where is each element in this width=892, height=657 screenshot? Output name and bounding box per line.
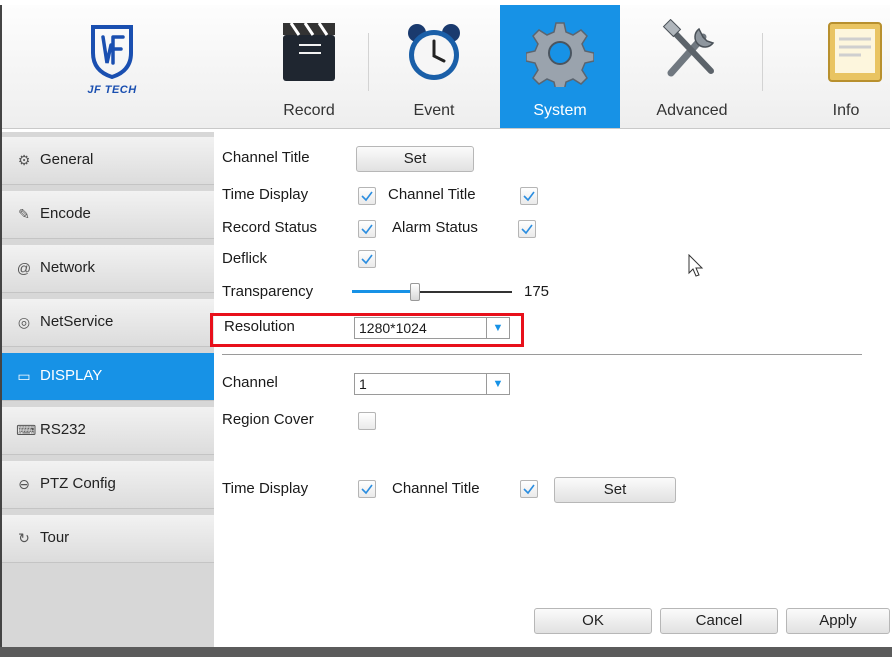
- sidebar: ⚙ General ✎ Encode @ Network ◎ NetServic…: [2, 132, 214, 652]
- sidebar-item-label: NetService: [40, 313, 114, 330]
- top-navigation: JF TECH Record Event System Advanced Inf…: [2, 5, 890, 129]
- mouse-cursor-icon: [688, 254, 704, 277]
- tab-info[interactable]: Info: [772, 5, 890, 128]
- sidebar-item-label: PTZ Config: [40, 475, 116, 492]
- tab-event[interactable]: Event: [370, 5, 498, 128]
- tab-advanced[interactable]: Advanced: [622, 5, 762, 128]
- channel-title-set-button[interactable]: Set: [356, 146, 474, 172]
- slider-fill: [352, 290, 412, 293]
- jf-shield-icon: [91, 25, 133, 79]
- tab-info-label: Info: [832, 102, 860, 119]
- time-display-checkbox[interactable]: [358, 187, 376, 205]
- globe-icon: ◎: [17, 314, 31, 330]
- check-icon: [361, 191, 373, 202]
- apply-button[interactable]: Apply: [786, 608, 890, 634]
- transparency-label: Transparency: [222, 283, 314, 300]
- clapperboard-icon: [283, 22, 335, 81]
- alarm-status-label: Alarm Status: [392, 219, 478, 236]
- at-icon: @: [16, 260, 32, 276]
- gear-small-icon: ⚙: [17, 152, 31, 168]
- brand-name: JF TECH: [87, 84, 137, 96]
- deflick-checkbox[interactable]: [358, 250, 376, 268]
- ok-button[interactable]: OK: [534, 608, 652, 634]
- alarm-status-checkbox[interactable]: [518, 220, 536, 238]
- time-display-label: Time Display: [222, 186, 309, 203]
- check-icon: [523, 484, 535, 495]
- sidebar-item-general[interactable]: ⚙ General: [2, 137, 214, 185]
- channel-title-checkbox[interactable]: [520, 187, 538, 205]
- alarm-clock-icon: [408, 24, 460, 80]
- sidebar-item-label: General: [40, 151, 94, 168]
- channel-label: Channel: [222, 374, 278, 391]
- brand-logo: JF TECH: [52, 21, 172, 111]
- check-icon: [361, 224, 373, 235]
- sidebar-item-netservice[interactable]: ◎ NetService: [2, 299, 214, 347]
- channel-title-display-label: Channel Title: [388, 186, 476, 203]
- gear-icon: [526, 22, 594, 87]
- channel-title-label-2: Channel Title: [392, 480, 480, 497]
- channel-time-display-label: Time Display: [222, 480, 309, 497]
- cancel-button[interactable]: Cancel: [660, 608, 778, 634]
- display-settings-panel: Channel Title Set Time Display Channel T…: [216, 132, 890, 652]
- check-icon: [361, 484, 373, 495]
- tab-system-label: System: [533, 102, 587, 119]
- channel-title-checkbox-2[interactable]: [520, 480, 538, 498]
- edit-icon: ✎: [18, 206, 30, 222]
- channel-value: 1: [359, 376, 367, 392]
- bottom-strip: [0, 647, 892, 657]
- sidebar-item-label: Network: [40, 259, 96, 276]
- sidebar-item-rs232[interactable]: ⌨ RS232: [2, 407, 214, 455]
- check-icon: [523, 191, 535, 202]
- section-divider: [222, 354, 862, 355]
- channel-title-set-button-2[interactable]: Set: [554, 477, 676, 503]
- sidebar-item-display[interactable]: ▭ DISPLAY: [2, 353, 214, 401]
- slider-thumb[interactable]: [410, 283, 420, 301]
- region-cover-checkbox[interactable]: [358, 412, 376, 430]
- region-cover-label: Region Cover: [222, 411, 314, 428]
- sidebar-item-tour[interactable]: ↻ Tour: [2, 515, 214, 563]
- channel-title-label: Channel Title: [222, 149, 310, 166]
- dropdown-arrow-icon[interactable]: ▼: [486, 374, 509, 394]
- tab-event-label: Event: [413, 102, 455, 119]
- sidebar-item-ptz-config[interactable]: ⊖ PTZ Config: [2, 461, 214, 509]
- channel-select[interactable]: 1 ▼: [354, 373, 510, 395]
- record-status-checkbox[interactable]: [358, 220, 376, 238]
- keyboard-icon: ⌨: [16, 422, 37, 438]
- deflick-label: Deflick: [222, 250, 268, 267]
- monitor-icon: ▭: [17, 368, 31, 384]
- sidebar-item-encode[interactable]: ✎ Encode: [2, 191, 214, 239]
- transparency-slider[interactable]: [352, 283, 512, 301]
- sidebar-item-label: Encode: [40, 205, 91, 222]
- sidebar-item-label: RS232: [40, 421, 86, 438]
- tools-icon: [662, 19, 715, 77]
- sidebar-item-label: DISPLAY: [40, 367, 103, 384]
- tab-divider: [762, 33, 763, 91]
- check-icon: [361, 254, 373, 265]
- tour-icon: ↻: [18, 530, 30, 546]
- app-window: JF TECH Record Event System Advanced Inf…: [2, 5, 890, 657]
- transparency-value: 175: [524, 283, 550, 300]
- check-icon: [521, 224, 533, 235]
- record-status-label: Record Status: [222, 219, 318, 236]
- channel-time-display-checkbox[interactable]: [358, 480, 376, 498]
- tab-divider: [368, 33, 369, 91]
- tab-system[interactable]: System: [500, 5, 620, 128]
- sidebar-item-label: Tour: [40, 529, 70, 546]
- sidebar-item-network[interactable]: @ Network: [2, 245, 214, 293]
- tab-record-label: Record: [283, 102, 335, 119]
- ptz-icon: ⊖: [18, 476, 30, 492]
- resolution-highlight-box: [210, 313, 524, 347]
- tab-advanced-label: Advanced: [656, 102, 728, 119]
- tab-record[interactable]: Record: [250, 5, 368, 128]
- info-panel-icon: [827, 22, 882, 82]
